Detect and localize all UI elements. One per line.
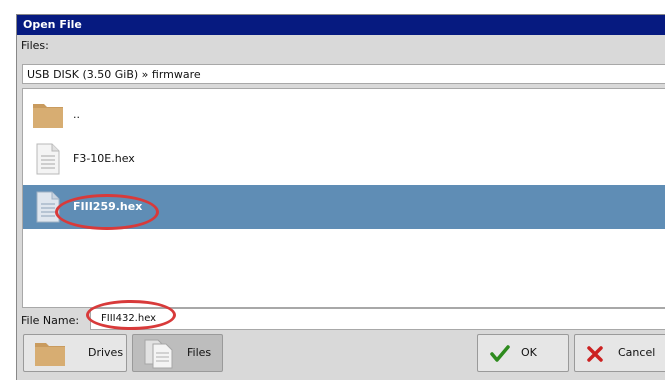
list-item[interactable]: .. [23,93,665,137]
file-name-input[interactable]: FIII432.hex [90,308,665,330]
checkmark-icon [490,345,510,366]
dialog-title: Open File [17,15,665,35]
files-button[interactable]: Files [132,334,223,372]
list-item-selected[interactable]: FIII259.hex [23,185,665,229]
cancel-button[interactable]: Cancel [574,334,665,372]
files-icon [142,338,176,373]
drives-button-label: Drives [88,346,124,359]
file-list[interactable]: .. F3-10E.hex FIII259.hex [22,88,665,308]
cancel-button-label: Cancel [618,346,656,359]
folder-icon [32,99,64,132]
list-item-label: .. [73,108,80,121]
path-breadcrumb[interactable]: USB DISK (3.50 GiB) » firmware [22,64,665,84]
list-item-label: F3-10E.hex [73,152,135,165]
file-icon [32,191,64,226]
list-item[interactable]: F3-10E.hex [23,137,665,181]
file-icon [32,143,64,178]
files-button-label: Files [187,346,212,359]
ok-button[interactable]: OK [477,334,569,372]
drives-button[interactable]: Drives [23,334,127,372]
folder-icon [34,339,66,370]
files-label: Files: [21,39,49,52]
file-name-label: File Name: [21,314,80,327]
close-icon [586,345,604,366]
list-item-label: FIII259.hex [73,200,143,213]
ok-button-label: OK [521,346,537,359]
open-file-dialog: Open File Files: USB DISK (3.50 GiB) » f… [16,14,665,380]
